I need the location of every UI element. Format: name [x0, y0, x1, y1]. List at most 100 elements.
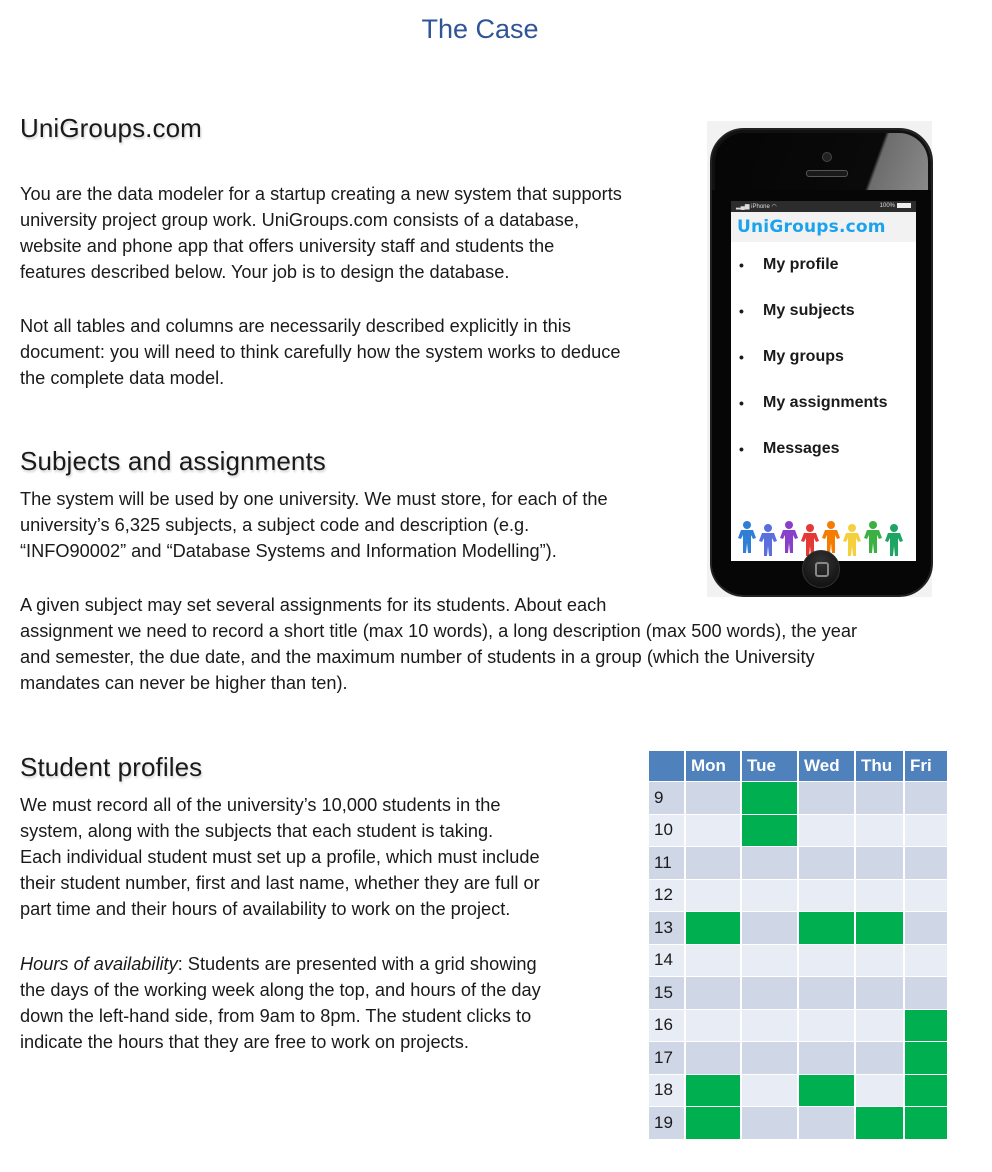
availability-cell-thu-11[interactable]	[856, 847, 903, 880]
availability-cell-wed-9[interactable]	[799, 782, 854, 815]
availability-cell-tue-16[interactable]	[742, 1009, 797, 1042]
menu-item-my-subjects[interactable]: • My subjects	[731, 288, 916, 334]
text-line: university’s 6,325 subjects, a subject c…	[20, 515, 530, 535]
menu-item-my-assignments[interactable]: • My assignments	[731, 380, 916, 426]
availability-cell-tue-13[interactable]	[742, 912, 797, 945]
availability-cell-mon-9[interactable]	[686, 782, 740, 815]
availability-cell-mon-15[interactable]	[686, 977, 740, 1010]
text-line: university project group work. UniGroups…	[20, 210, 580, 230]
availability-cell-fri-10[interactable]	[905, 814, 947, 847]
availability-cell-fri-17-free[interactable]	[905, 1042, 947, 1075]
availability-cell-mon-16[interactable]	[686, 1009, 740, 1042]
grid-row-hour-18: 18	[649, 1074, 947, 1107]
availability-cell-fri-12[interactable]	[905, 879, 947, 912]
availability-cell-mon-11[interactable]	[686, 847, 740, 880]
availability-cell-mon-13-free[interactable]	[686, 912, 740, 945]
availability-cell-thu-18[interactable]	[856, 1074, 903, 1107]
availability-cell-tue-9-free[interactable]	[742, 782, 797, 815]
availability-cell-tue-15[interactable]	[742, 977, 797, 1010]
availability-cell-wed-18-free[interactable]	[799, 1074, 854, 1107]
wifi-icon: ◠	[771, 204, 777, 210]
availability-cell-tue-11[interactable]	[742, 847, 797, 880]
text-line: website and phone app that offers univer…	[20, 236, 555, 256]
availability-cell-mon-12[interactable]	[686, 879, 740, 912]
home-button	[802, 550, 840, 588]
availability-cell-mon-14[interactable]	[686, 944, 740, 977]
phone-menu: • My profile • My subjects • My groups • My …	[731, 242, 916, 472]
availability-cell-thu-9[interactable]	[856, 782, 903, 815]
signal-carrier: ▂▄▆ iPhone ◠	[736, 204, 777, 210]
section-heading-student-profiles: Student profiles	[20, 752, 203, 782]
availability-cell-wed-19[interactable]	[799, 1107, 854, 1140]
availability-cell-thu-16[interactable]	[856, 1009, 903, 1042]
grid-corner-cell	[649, 751, 684, 782]
availability-cell-wed-11[interactable]	[799, 847, 854, 880]
availability-cell-fri-14[interactable]	[905, 944, 947, 977]
person-figure-icon	[864, 521, 882, 553]
availability-cell-thu-12[interactable]	[856, 879, 903, 912]
section-heading-unigroups: UniGroups.com	[20, 113, 202, 143]
hour-label: 9	[649, 782, 684, 815]
grid-body: 9 10 11 12 13 14 15 16 17 18 19	[649, 782, 947, 1140]
grid-row-hour-14: 14	[649, 944, 947, 977]
availability-cell-wed-17[interactable]	[799, 1042, 854, 1075]
availability-cell-wed-12[interactable]	[799, 879, 854, 912]
person-figure-icon	[759, 524, 777, 556]
day-header: Fri	[905, 751, 947, 782]
battery-label: 100%	[879, 203, 895, 210]
availability-cell-mon-18-free[interactable]	[686, 1074, 740, 1107]
availability-cell-mon-19-free[interactable]	[686, 1107, 740, 1140]
availability-cell-fri-15[interactable]	[905, 977, 947, 1010]
intro-paragraph-1: You are the data modeler for a startup c…	[20, 181, 622, 285]
text-line: system, along with the subjects that eac…	[20, 821, 494, 841]
availability-cell-tue-19[interactable]	[742, 1107, 797, 1140]
menu-item-my-profile[interactable]: • My profile	[731, 242, 916, 288]
students-paragraph-2: Hours of availability: Students are pres…	[20, 951, 541, 1055]
availability-cell-tue-18[interactable]	[742, 1074, 797, 1107]
availability-cell-thu-14[interactable]	[856, 944, 903, 977]
carrier-label: iPhone	[751, 204, 770, 210]
app-brand-logo: UniGroups.com	[731, 212, 916, 242]
availability-cell-mon-17[interactable]	[686, 1042, 740, 1075]
text-line: We must record all of the university’s 1…	[20, 795, 501, 815]
text-line: Each individual student must set up a pr…	[20, 847, 540, 867]
availability-cell-fri-11[interactable]	[905, 847, 947, 880]
battery-icon	[897, 203, 911, 209]
text-line: You are the data modeler for a startup c…	[20, 184, 622, 204]
availability-cell-wed-15[interactable]	[799, 977, 854, 1010]
hour-label: 17	[649, 1042, 684, 1075]
availability-cell-wed-14[interactable]	[799, 944, 854, 977]
bullet-icon: •	[739, 441, 744, 457]
availability-cell-wed-10[interactable]	[799, 814, 854, 847]
availability-cell-thu-10[interactable]	[856, 814, 903, 847]
hour-label: 13	[649, 912, 684, 945]
availability-cell-tue-17[interactable]	[742, 1042, 797, 1075]
availability-grid: Mon Tue Wed Thu Fri 9 10 11 12 13 14 15 16 17 18 1…	[647, 751, 949, 1140]
availability-cell-thu-13-free[interactable]	[856, 912, 903, 945]
text-line: assignment we need to record a short tit…	[20, 621, 858, 641]
availability-cell-wed-16[interactable]	[799, 1009, 854, 1042]
availability-cell-fri-9[interactable]	[905, 782, 947, 815]
availability-cell-tue-10-free[interactable]	[742, 814, 797, 847]
menu-item-my-groups[interactable]: • My groups	[731, 334, 916, 380]
availability-cell-thu-19-free[interactable]	[856, 1107, 903, 1140]
subjects-paragraph-2: A given subject may set several assignme…	[20, 592, 857, 696]
menu-item-messages[interactable]: • Messages	[731, 426, 916, 472]
subjects-paragraph-1: The system will be used by one universit…	[20, 486, 608, 564]
day-header: Tue	[742, 751, 797, 782]
availability-cell-mon-10[interactable]	[686, 814, 740, 847]
grid-row-hour-17: 17	[649, 1042, 947, 1075]
availability-cell-thu-17[interactable]	[856, 1042, 903, 1075]
availability-cell-fri-19-free[interactable]	[905, 1107, 947, 1140]
availability-cell-fri-16-free[interactable]	[905, 1009, 947, 1042]
availability-cell-fri-13[interactable]	[905, 912, 947, 945]
availability-cell-tue-14[interactable]	[742, 944, 797, 977]
grid-row-hour-13: 13	[649, 912, 947, 945]
availability-cell-fri-18-free[interactable]	[905, 1074, 947, 1107]
grid-row-hour-9: 9	[649, 782, 947, 815]
phone-body: ▂▄▆ iPhone ◠ 100% UniGroups.com • My prof…	[710, 128, 933, 597]
availability-cell-thu-15[interactable]	[856, 977, 903, 1010]
availability-cell-wed-13-free[interactable]	[799, 912, 854, 945]
availability-cell-tue-12[interactable]	[742, 879, 797, 912]
text-line: and semester, the due date, and the maxi…	[20, 647, 815, 667]
